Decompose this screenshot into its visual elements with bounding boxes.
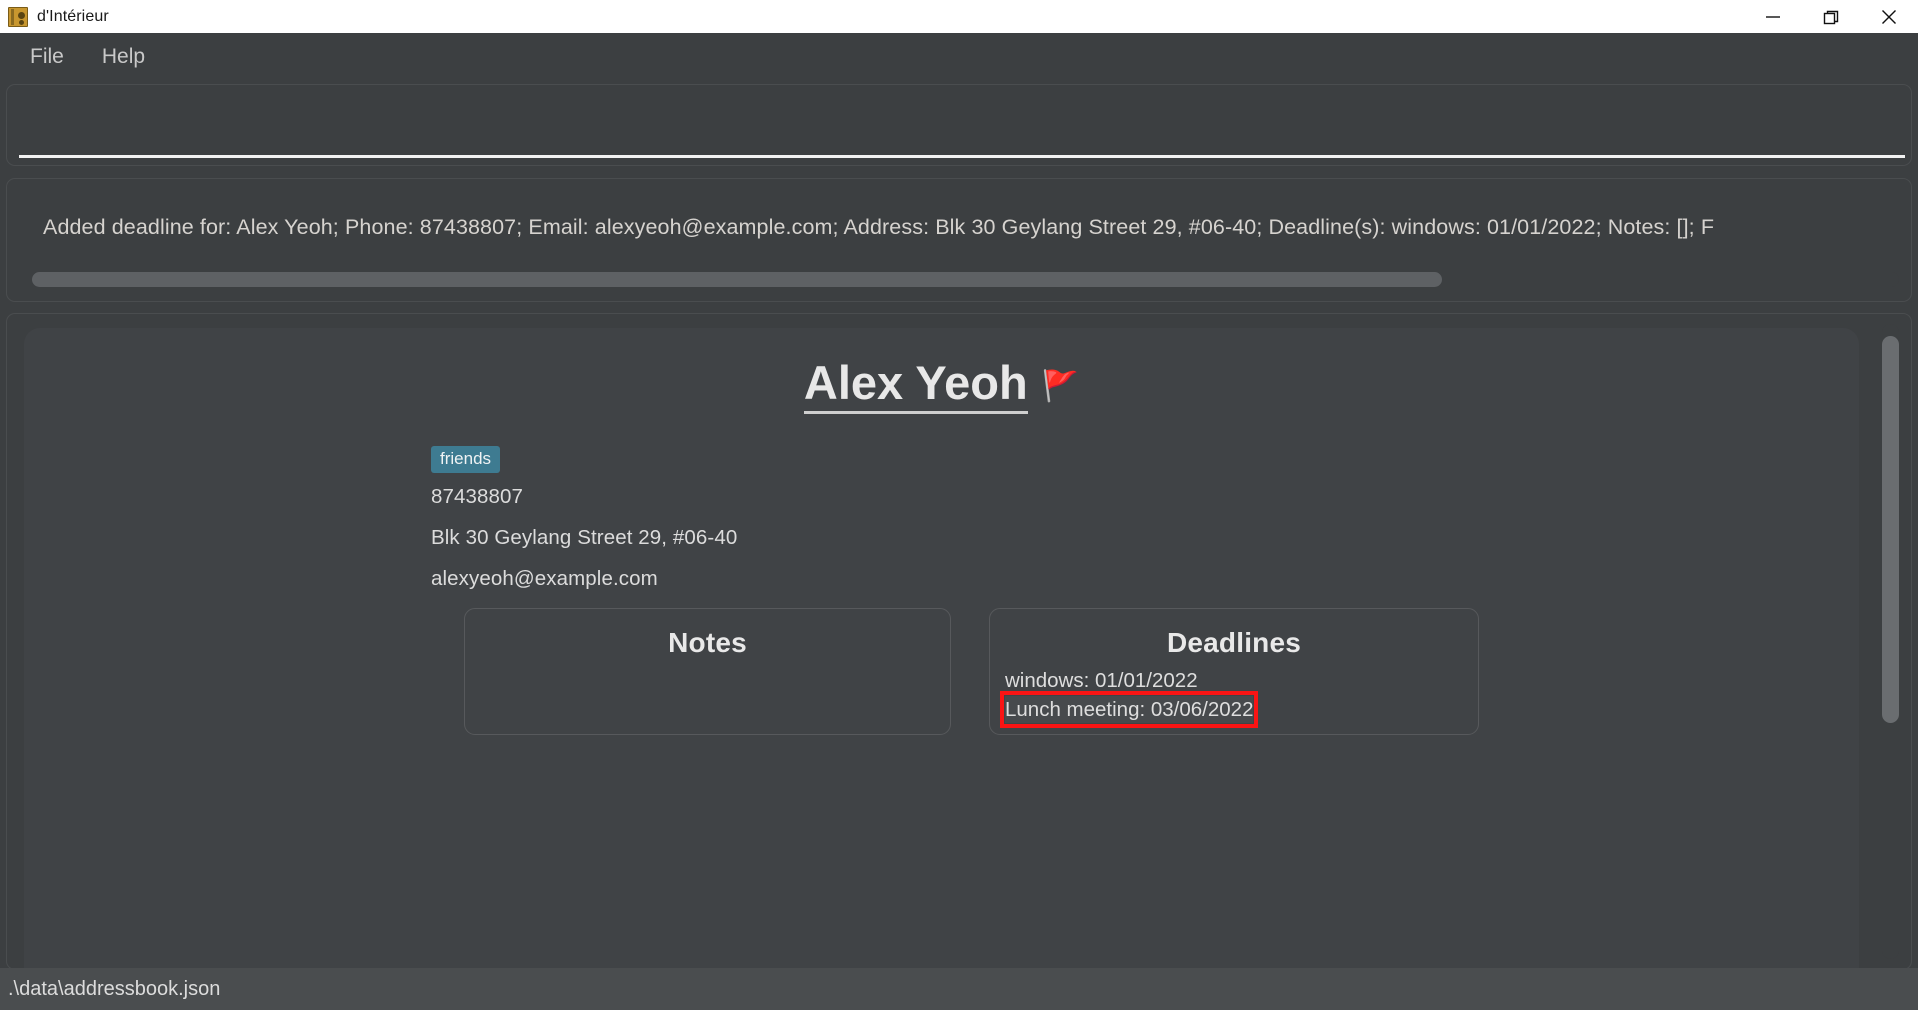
flag-icon: 🚩: [1041, 370, 1080, 403]
person-card: Alex Yeoh 🚩 friends 87438807 Blk 30 Geyl…: [24, 328, 1859, 969]
title-bar: d'Intérieur: [0, 0, 1918, 33]
command-input[interactable]: [19, 155, 1905, 158]
minimize-button[interactable]: [1744, 0, 1802, 33]
info-boxes: Notes Deadlines windows: 01/01/2022 Lunch…: [464, 608, 1859, 736]
tag-friends: friends: [431, 446, 501, 474]
person-details: friends 87438807 Blk 30 Geylang Street 2…: [24, 414, 1859, 591]
result-display-text: Added deadline for: Alex Yeoh; Phone: 87…: [43, 215, 1715, 239]
result-display-container: Added deadline for: Alex Yeoh; Phone: 87…: [6, 178, 1912, 302]
status-bar: .\data\addressbook.json: [0, 968, 1918, 1010]
person-detail-panel: Alex Yeoh 🚩 friends 87438807 Blk 30 Geyl…: [6, 313, 1912, 970]
address-book-icon: [8, 6, 28, 27]
person-name: Alex Yeoh: [803, 358, 1028, 415]
notes-box-title: Notes: [668, 627, 747, 659]
deadlines-box-list: windows: 01/01/2022 Lunch meeting: 03/06/…: [990, 659, 1478, 729]
menu-bar: File Help: [0, 33, 1918, 80]
menu-item-file[interactable]: File: [16, 41, 78, 73]
close-button[interactable]: [1860, 0, 1918, 33]
result-horizontal-scrollbar-thumb[interactable]: [32, 272, 1442, 287]
restore-button[interactable]: [1802, 0, 1860, 33]
person-name-row: Alex Yeoh 🚩: [24, 328, 1859, 415]
window-controls: [1744, 0, 1918, 33]
deadlines-box: Deadlines windows: 01/01/2022 Lunch meeti…: [989, 608, 1479, 736]
person-panel-scrollbar-thumb[interactable]: [1882, 336, 1899, 723]
notes-box: Notes: [464, 608, 951, 736]
deadline-item: Lunch meeting: 03/06/2022: [999, 691, 1259, 729]
person-address: Blk 30 Geylang Street 29, #06-40: [431, 526, 738, 550]
deadlines-box-title: Deadlines: [1166, 627, 1302, 659]
menu-item-help[interactable]: Help: [88, 41, 159, 73]
person-email: alexyeoh@example.com: [431, 567, 658, 591]
command-box-container[interactable]: [6, 84, 1912, 166]
notes-box-list: [465, 659, 950, 667]
person-phone: 87438807: [431, 485, 524, 509]
save-location-path: .\data\addressbook.json: [8, 977, 221, 1000]
deadline-item: windows: 01/01/2022: [1005, 669, 1198, 693]
window-title: d'Intérieur: [37, 7, 109, 25]
